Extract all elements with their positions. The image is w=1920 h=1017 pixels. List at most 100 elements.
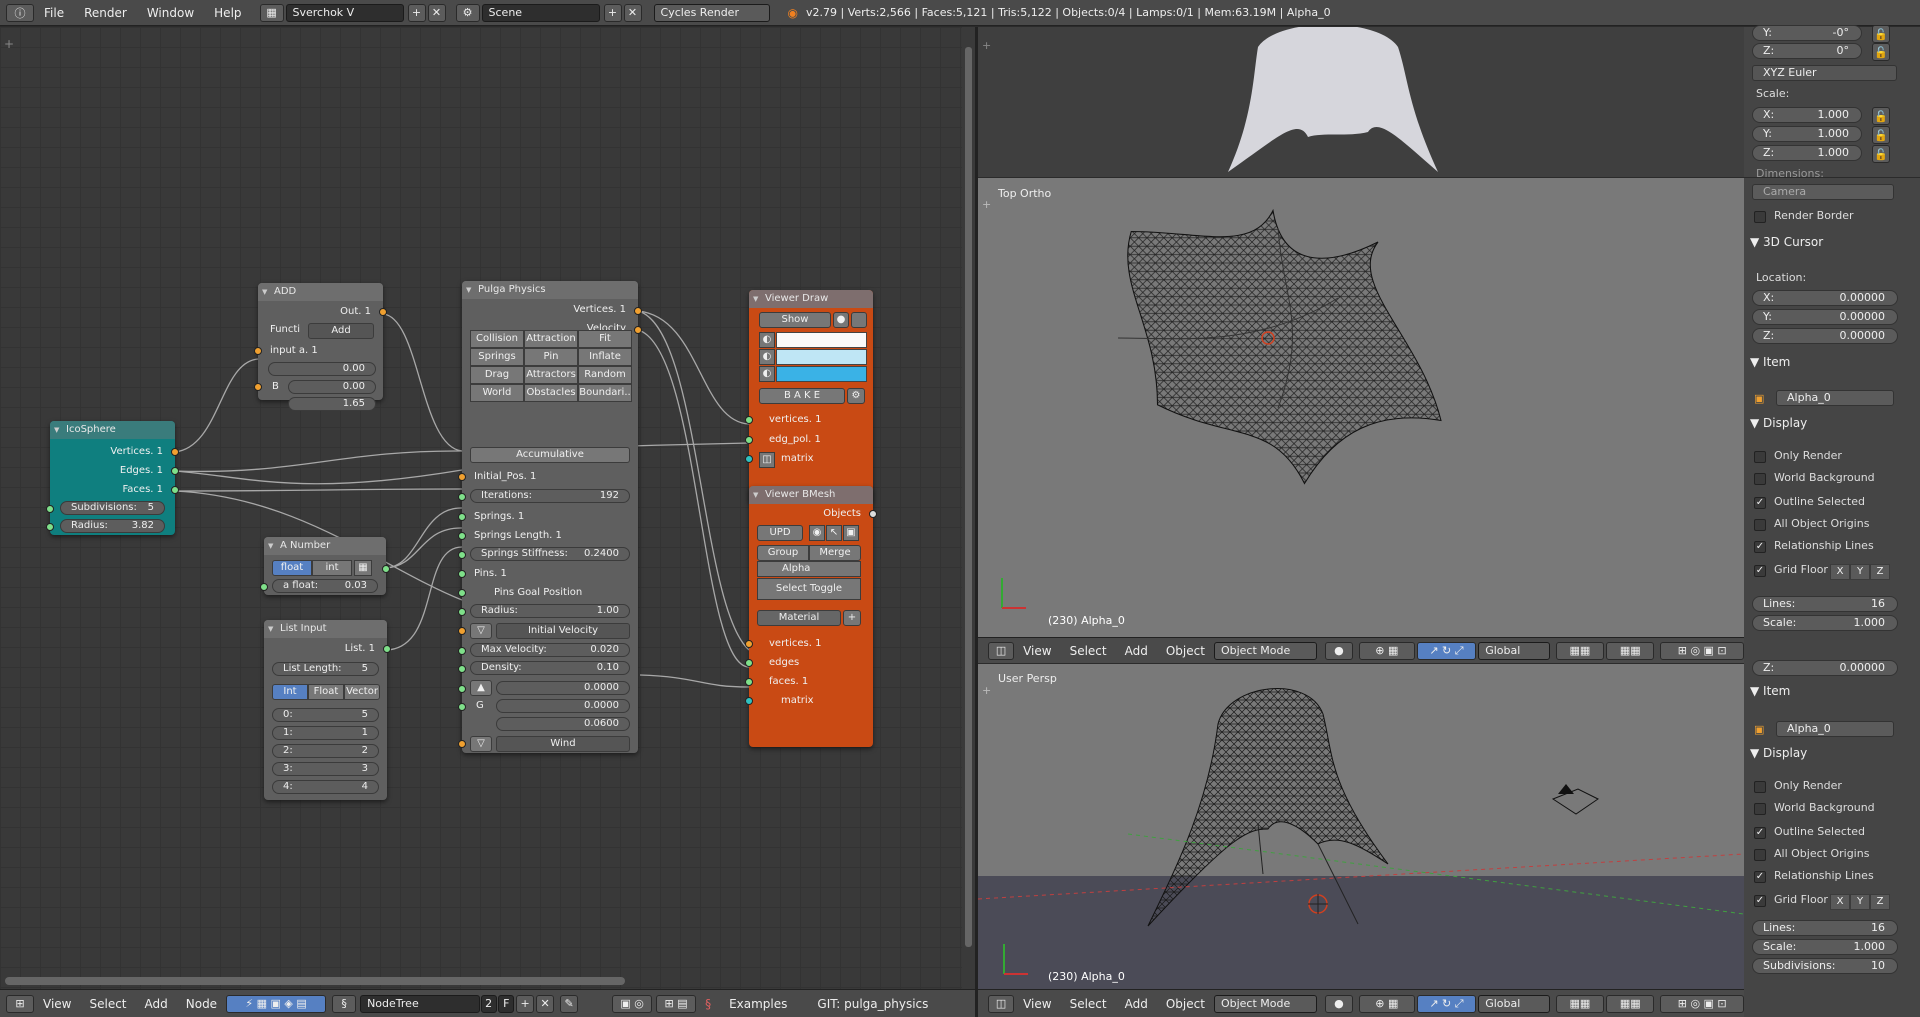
world-background-checkbox[interactable] bbox=[1754, 473, 1766, 485]
axis-x-toggle[interactable]: X bbox=[1830, 564, 1850, 580]
radius-field[interactable]: Radius: 1.00 bbox=[470, 604, 630, 618]
input-socket[interactable] bbox=[458, 551, 466, 559]
float-toggle[interactable]: float bbox=[272, 560, 312, 576]
node-tree-field[interactable]: NodeTree bbox=[360, 994, 481, 1013]
feature-toggle[interactable]: Random bbox=[578, 366, 632, 384]
manipulator-icons[interactable]: ↗ ↻ ⤢ bbox=[1416, 641, 1477, 660]
list-item-field[interactable]: 0: 5 bbox=[272, 708, 379, 722]
input-socket[interactable] bbox=[458, 570, 466, 578]
add-tree-icon[interactable]: + bbox=[516, 994, 535, 1013]
region-toggle-icon[interactable]: + bbox=[982, 198, 991, 211]
remove-tree-icon[interactable]: ✕ bbox=[536, 994, 555, 1013]
subdivisions-field[interactable]: Subdivisions: 5 bbox=[60, 501, 165, 515]
feature-toggle[interactable]: Obstacles bbox=[524, 384, 578, 402]
show-button[interactable]: Show bbox=[759, 312, 831, 328]
layers-icon[interactable]: ▦▦ bbox=[1606, 641, 1655, 660]
menu-select[interactable]: Select bbox=[1061, 644, 1116, 658]
axis-z-toggle[interactable]: Z bbox=[1870, 564, 1890, 580]
initial-velocity-select[interactable]: Initial Velocity bbox=[496, 623, 630, 639]
output-socket[interactable] bbox=[171, 467, 179, 475]
camera-field[interactable]: Camera bbox=[1752, 184, 1894, 200]
snap-icon[interactable]: ▣ ◎ bbox=[612, 994, 653, 1013]
merge-button[interactable]: Merge bbox=[809, 545, 861, 561]
input-socket[interactable] bbox=[458, 473, 466, 481]
pin-icon[interactable]: ✎ bbox=[560, 994, 579, 1013]
vertical-scrollbar[interactable] bbox=[962, 27, 975, 989]
viewport-top-ortho[interactable]: Top Ortho (230) Alpha_0 + bbox=[978, 178, 1744, 637]
expand-icon[interactable]: ▲ bbox=[470, 680, 492, 696]
face-color-swatch[interactable] bbox=[776, 366, 867, 382]
grid-scale-field[interactable]: Scale: 1.000 bbox=[1752, 615, 1898, 631]
bake-button[interactable]: B A K E bbox=[759, 388, 845, 404]
lock-icon[interactable]: 🔓 bbox=[1872, 25, 1890, 43]
g-field-2[interactable]: 0.0000 bbox=[496, 699, 630, 713]
edge-color-icon[interactable]: ◐ bbox=[759, 349, 775, 365]
g-field-3[interactable]: 0.0600 bbox=[496, 717, 630, 731]
add-material-icon[interactable]: + bbox=[843, 610, 861, 626]
region-toggle-icon[interactable]: + bbox=[982, 39, 991, 52]
grid-floor-checkbox[interactable]: ✓ bbox=[1754, 565, 1766, 577]
menu-render[interactable]: Render bbox=[74, 6, 137, 20]
shading-icon[interactable]: ● bbox=[1324, 641, 1353, 660]
feature-toggle[interactable]: Fit bbox=[578, 330, 632, 348]
feature-toggle[interactable]: Collision bbox=[470, 330, 524, 348]
node-a-number[interactable]: A Number float int ▦ a float:0.03 bbox=[260, 537, 390, 595]
shading-icon[interactable]: ● bbox=[1324, 994, 1353, 1013]
input-socket[interactable] bbox=[745, 678, 753, 686]
grid-subdivisions-field[interactable]: Subdivisions: 10 bbox=[1752, 958, 1898, 974]
list-item-field[interactable]: 3: 3 bbox=[272, 762, 379, 776]
orientation-select[interactable]: Global bbox=[1478, 641, 1550, 660]
item-name-field[interactable]: Alpha_0 bbox=[1776, 390, 1894, 406]
feature-toggle[interactable]: Springs bbox=[470, 348, 524, 366]
node-pulga-physics[interactable]: Pulga Physics Vertices. 1 Velocity Colli… bbox=[458, 281, 642, 753]
collapse-icon[interactable]: ▽ bbox=[470, 736, 492, 752]
face-color-icon[interactable]: ◐ bbox=[759, 366, 775, 382]
rotation-y-field[interactable]: Y: -0° bbox=[1752, 25, 1862, 41]
collapse-icon[interactable]: ▽ bbox=[470, 623, 492, 639]
all-origins-checkbox[interactable] bbox=[1754, 849, 1766, 861]
input-socket[interactable] bbox=[458, 589, 466, 597]
output-socket[interactable] bbox=[634, 307, 642, 315]
editor-type-icon[interactable]: ◫ bbox=[988, 994, 1015, 1013]
list-length-field[interactable]: List Length: 5 bbox=[272, 662, 379, 676]
pivot-icons[interactable]: ⊕ ▦ bbox=[1358, 641, 1415, 660]
examples-menu[interactable]: Examples bbox=[720, 997, 796, 1011]
input-socket[interactable] bbox=[458, 740, 466, 748]
feature-toggle[interactable]: Drag bbox=[470, 366, 524, 384]
viewport-mini[interactable]: + bbox=[978, 27, 1744, 177]
input-socket[interactable] bbox=[458, 513, 466, 521]
input-socket[interactable] bbox=[458, 647, 466, 655]
only-render-checkbox[interactable] bbox=[1754, 781, 1766, 793]
lock-icon[interactable]: 🔓 bbox=[1872, 107, 1890, 125]
input-socket[interactable] bbox=[458, 608, 466, 616]
menu-window[interactable]: Window bbox=[137, 6, 204, 20]
vertex-color-swatch[interactable] bbox=[776, 332, 867, 348]
input-socket[interactable] bbox=[254, 383, 262, 391]
g-field-1[interactable]: 0.0000 bbox=[496, 681, 630, 695]
input-socket[interactable] bbox=[458, 532, 466, 540]
cursor-z-field[interactable]: Z: 0.00000 bbox=[1752, 328, 1898, 344]
input-socket[interactable] bbox=[458, 665, 466, 673]
accumulative-button[interactable]: Accumulative bbox=[470, 447, 630, 463]
orientation-select[interactable]: Global bbox=[1478, 994, 1550, 1013]
overlay-icon[interactable]: ⊞ ▤ bbox=[656, 994, 697, 1013]
node-viewer-draw[interactable]: Viewer Draw Show ● ◐ ◐ ◐ B A K E ⚙ verti… bbox=[745, 290, 873, 503]
settings-icon[interactable]: ⚙ bbox=[847, 388, 865, 404]
screen-layout-field[interactable]: Sverchok V bbox=[285, 3, 404, 22]
group-button[interactable]: Group bbox=[757, 545, 809, 561]
cursor-panel-header[interactable]: ▼ 3D Cursor bbox=[1750, 233, 1912, 251]
outline-selected-checkbox[interactable]: ✓ bbox=[1754, 497, 1766, 509]
add-field-3[interactable]: 1.65 bbox=[288, 397, 376, 411]
remove-screen-icon[interactable]: ✕ bbox=[427, 3, 446, 22]
scale-z-field[interactable]: Z: 1.000 bbox=[1752, 145, 1862, 161]
region-toggle-icon[interactable]: + bbox=[4, 37, 14, 51]
editor-type-icon[interactable]: ⊞ bbox=[6, 994, 34, 1013]
toggle-icon[interactable] bbox=[851, 312, 867, 328]
remove-scene-icon[interactable]: ✕ bbox=[623, 3, 642, 22]
lock-icon[interactable]: 🔓 bbox=[1872, 126, 1890, 144]
feature-toggle[interactable]: Inflate bbox=[578, 348, 632, 366]
grid-lines-field[interactable]: Lines: 16 bbox=[1752, 920, 1898, 936]
region-toggle-icon[interactable]: + bbox=[982, 684, 991, 697]
feature-toggle[interactable]: Attractors bbox=[524, 366, 578, 384]
function-select[interactable]: Add bbox=[308, 323, 374, 339]
